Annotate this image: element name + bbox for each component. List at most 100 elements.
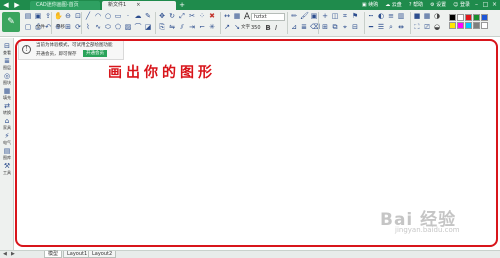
polyline-icon[interactable]: ⌇ xyxy=(84,23,92,32)
block-insert-icon[interactable]: ▣ xyxy=(310,12,318,21)
cloud-disk-button[interactable]: ☁ 云盘 xyxy=(385,1,402,9)
freehand-icon[interactable]: ✎ xyxy=(144,12,152,21)
linetype-icon[interactable]: ┅ xyxy=(367,12,375,21)
color-swatch-black[interactable] xyxy=(449,14,456,21)
trim-icon[interactable]: ✂ xyxy=(188,12,196,21)
leftbar-item-view[interactable]: ⊟ 查看 xyxy=(1,42,13,55)
color-icon[interactable]: ◐ xyxy=(377,12,385,21)
color-swatch-red[interactable] xyxy=(465,14,472,21)
arc-icon[interactable]: ◠ xyxy=(94,12,102,21)
properties-icon[interactable]: ☰ xyxy=(377,23,385,32)
next-layout-button[interactable]: ▶ xyxy=(11,251,15,258)
color-swatch-white-2[interactable] xyxy=(481,22,488,29)
tab-layout1[interactable]: Layout1 xyxy=(63,251,92,258)
add-icon[interactable]: + xyxy=(321,12,329,21)
explode-icon[interactable]: ✳ xyxy=(208,23,216,32)
region-icon[interactable]: ◪ xyxy=(144,23,152,32)
color-swatch-cyan[interactable] xyxy=(465,22,472,29)
ellipse-icon[interactable]: ⬭ xyxy=(104,23,112,32)
renew-button[interactable]: ▣ 续购 xyxy=(362,1,378,9)
color-swatch-blue[interactable] xyxy=(481,14,488,21)
table-icon[interactable]: ▦ xyxy=(233,12,241,21)
polygon-icon[interactable]: ⬠ xyxy=(114,23,122,32)
theme-icon[interactable]: ◒ xyxy=(433,23,441,32)
tab-home[interactable]: CAD迷你画图-首页 xyxy=(30,1,100,10)
italic-button[interactable]: I xyxy=(272,24,280,33)
point-icon[interactable]: · xyxy=(124,12,132,21)
leftbar-item-block[interactable]: ◎ 图块 xyxy=(1,72,13,85)
query-icon[interactable]: ⌕ xyxy=(387,23,395,32)
match-props-icon[interactable]: 🖌 xyxy=(300,12,309,21)
minimize-button[interactable]: – xyxy=(473,0,480,9)
snap-icon[interactable]: ⌖ xyxy=(341,23,349,32)
color-swatch-gray[interactable] xyxy=(473,22,480,29)
font-size-select[interactable]: 350 xyxy=(251,24,263,32)
close-window-button[interactable]: × xyxy=(491,0,498,9)
compare-icon[interactable]: ⧉ xyxy=(331,23,339,32)
scale-icon[interactable]: ⤢ xyxy=(178,12,186,21)
help-button[interactable]: ? 帮助 xyxy=(409,1,423,9)
app-logo[interactable]: ✎ xyxy=(2,12,20,32)
crop-icon[interactable]: ⌗ xyxy=(341,12,349,21)
leader-icon[interactable]: ↘ xyxy=(233,23,241,32)
cloud-line-icon[interactable]: ☁ xyxy=(134,12,142,21)
zoom-extent-icon[interactable]: ⊞ xyxy=(64,23,72,32)
list-icon[interactable]: ≡ xyxy=(387,12,395,21)
hatch-icon[interactable]: ▨ xyxy=(124,23,132,32)
graphic-icon[interactable]: ▥ xyxy=(397,12,405,21)
leftbar-item-tools[interactable]: ⚒ 工具 xyxy=(1,162,13,175)
tab-new-file[interactable]: 新文件1 × xyxy=(102,1,176,10)
fillet-icon[interactable]: ⌐ xyxy=(198,23,206,32)
color-swatch-magenta[interactable] xyxy=(457,22,464,29)
flag-icon[interactable]: ⚑ xyxy=(351,12,359,21)
copy-icon[interactable]: ⎘ xyxy=(158,23,166,32)
tab-layout2[interactable]: Layout2 xyxy=(88,251,117,258)
revision-icon[interactable]: ⌒ xyxy=(134,23,142,32)
rectangle-icon[interactable]: ▭ xyxy=(114,12,122,21)
screenshot-icon[interactable]: ⎚ xyxy=(423,23,431,32)
circle-icon[interactable]: ○ xyxy=(104,12,112,21)
lineweight-icon[interactable]: ━ xyxy=(367,23,375,32)
save-icon[interactable]: ▣ xyxy=(34,12,42,21)
fullscreen-icon[interactable]: ⛶ xyxy=(413,23,421,32)
split-view-icon[interactable]: ◫ xyxy=(331,12,339,21)
leftbar-item-convert[interactable]: ⇄ 转换 xyxy=(1,102,13,115)
align-icon[interactable]: ⊟ xyxy=(351,23,359,32)
contrast-icon[interactable]: ◑ xyxy=(433,12,441,21)
add-tab-button[interactable]: + xyxy=(178,1,186,9)
spline-icon[interactable]: ∿ xyxy=(94,23,102,32)
layout-icon[interactable]: ▦ xyxy=(423,12,431,21)
forward-arrow-icon[interactable]: ▶ xyxy=(13,1,21,9)
mirror-icon[interactable]: ⇋ xyxy=(168,23,176,32)
line-icon[interactable]: ╱ xyxy=(84,12,92,21)
pen-icon[interactable]: ✏ xyxy=(290,12,298,21)
back-arrow-icon[interactable]: ◀ xyxy=(2,1,10,9)
eraser-icon[interactable]: ⌫ xyxy=(310,23,320,32)
leftbar-item-library[interactable]: ▤ 图库 xyxy=(1,147,13,160)
background-icon[interactable]: ■ xyxy=(413,12,421,21)
leftbar-item-furniture[interactable]: ⌂ 家具 xyxy=(1,117,13,130)
bold-button[interactable]: B xyxy=(264,24,272,33)
measure-area-icon[interactable]: ⊿ xyxy=(290,23,298,32)
zoom-out-icon[interactable]: ⊖ xyxy=(64,12,72,21)
grid-view-icon[interactable]: ⊞ xyxy=(321,23,329,32)
leftbar-item-electric[interactable]: ⚡ 电气 xyxy=(1,132,13,145)
dimension-icon[interactable]: ↔ xyxy=(223,12,231,21)
prev-layout-button[interactable]: ◀ xyxy=(3,251,7,258)
offset-icon[interactable]: ⫽ xyxy=(178,23,186,32)
color-swatch-green[interactable] xyxy=(473,14,480,21)
settings-button[interactable]: ⚙ 设置 xyxy=(430,1,446,9)
font-select[interactable]: hztxt xyxy=(251,13,285,21)
new-file-icon[interactable]: ▢ xyxy=(24,23,32,32)
distance-icon[interactable]: ⇹ xyxy=(397,23,405,32)
color-swatch-yellow[interactable] xyxy=(449,22,456,29)
rotate-icon[interactable]: ↻ xyxy=(168,12,176,21)
login-button[interactable]: ☺ 登录 xyxy=(453,1,470,9)
aligned-dimension-icon[interactable]: ↗ xyxy=(223,23,231,32)
extend-icon[interactable]: ⇥ xyxy=(188,23,196,32)
open-file-icon[interactable]: ▤ xyxy=(24,12,32,21)
pan-icon[interactable]: ✋ xyxy=(54,12,63,21)
tab-model[interactable]: 模型 xyxy=(44,251,63,258)
maximize-button[interactable]: □ xyxy=(482,0,489,9)
close-tab-icon[interactable]: × xyxy=(136,2,140,8)
